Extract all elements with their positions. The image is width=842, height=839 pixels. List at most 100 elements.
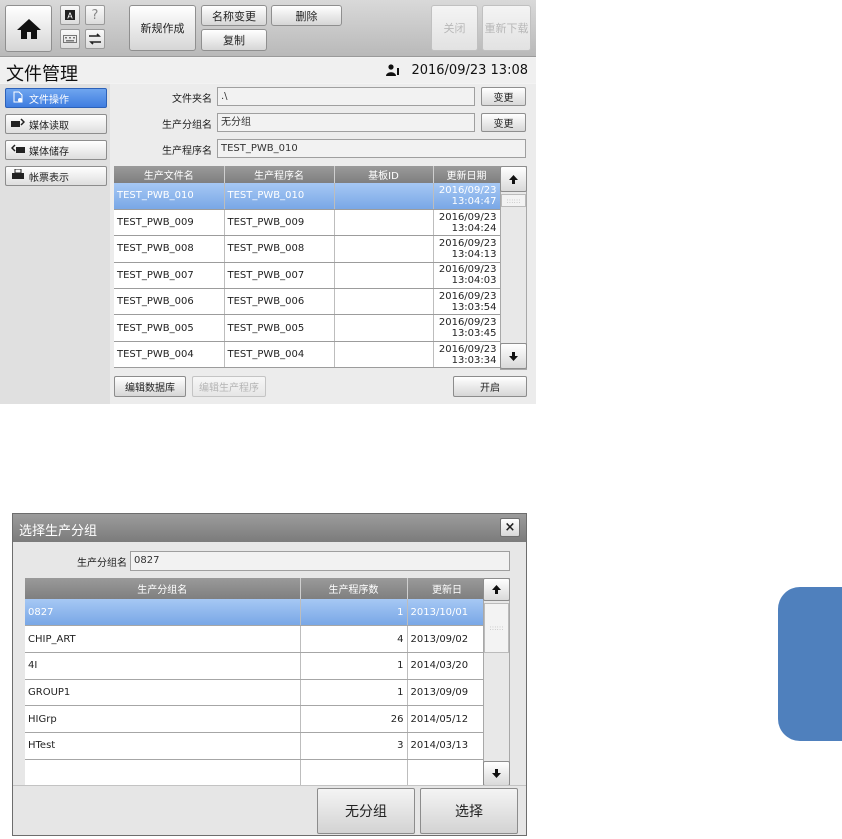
transfer-icon[interactable] <box>85 29 105 49</box>
page-title: 文件管理 <box>6 64 78 85</box>
help-icon[interactable]: ? <box>85 5 105 25</box>
file-ops-icon <box>11 91 25 106</box>
column-header[interactable]: 生产程序数 <box>300 578 408 599</box>
table-row[interactable]: TEST_PWB_007 TEST_PWB_007 2016/09/23 13:0… <box>114 262 501 290</box>
dialog-footer: 无分组 选择 <box>13 785 526 835</box>
date-text: 2016/09/23 <box>438 264 497 276</box>
table-row[interactable] <box>25 759 488 787</box>
table-row[interactable]: GROUP1 1 2013/09/09 <box>25 679 488 707</box>
sidebar-item-media-save[interactable]: 媒体储存 <box>5 140 107 160</box>
home-button[interactable] <box>5 5 52 52</box>
board-id-cell <box>334 314 434 342</box>
toolbar: A ? 新规作成 名称变更 删除 复制 关闭 重新下载 <box>0 0 536 57</box>
open-button[interactable]: 开启 <box>453 376 527 397</box>
table-row[interactable]: TEST_PWB_008 TEST_PWB_008 2016/09/23 13:0… <box>114 235 501 263</box>
table-row[interactable]: TEST_PWB_006 TEST_PWB_006 2016/09/23 13:0… <box>114 288 501 316</box>
main-panel: 文件夹名 .\ 变更 生产分组名 无分组 变更 生产程序名 TEST_PWB_0… <box>110 84 536 404</box>
update-date-cell: 2013/10/01 <box>407 599 488 627</box>
rename-button[interactable]: 名称变更 <box>201 5 267 26</box>
column-header[interactable]: 更新日 <box>407 578 488 599</box>
table-row[interactable]: TEST_PWB_004 TEST_PWB_004 2016/09/23 13:0… <box>114 341 501 369</box>
dialog-group-label: 生产分组名 <box>77 558 127 569</box>
copy-button[interactable]: 复制 <box>201 29 267 51</box>
edit-database-button[interactable]: 编辑数据库 <box>114 376 186 397</box>
column-header[interactable]: 生产程序名 <box>224 166 335 183</box>
dialog-body: 生产分组名 0827 生产分组名 生产程序数 更新日 0827 1 2013/1… <box>13 542 526 787</box>
column-header[interactable]: 生产分组名 <box>25 578 301 599</box>
date-cell: 2016/09/23 13:04:03 <box>433 262 501 290</box>
program-count-cell: 1 <box>300 599 408 627</box>
delete-button[interactable]: 删除 <box>271 5 342 26</box>
update-date-cell <box>407 759 488 787</box>
board-id-cell <box>334 341 434 369</box>
date-cell: 2016/09/23 13:04:13 <box>433 235 501 263</box>
sidebar-item-label: 媒体读取 <box>29 120 69 132</box>
close-button[interactable]: 关闭 <box>431 5 478 51</box>
table-row[interactable]: TEST_PWB_010 TEST_PWB_010 2016/09/23 13:0… <box>114 183 501 210</box>
change-folder-button[interactable]: 变更 <box>481 87 526 106</box>
file-name-cell: TEST_PWB_008 <box>114 235 225 263</box>
update-date-cell: 2014/03/13 <box>407 732 488 760</box>
table-row[interactable]: 0827 1 2013/10/01 <box>25 599 488 627</box>
scroll-thumb[interactable]: :::::: <box>484 603 509 653</box>
program-count-cell: 4 <box>300 625 408 653</box>
table-row[interactable]: CHIP_ART 4 2013/09/02 <box>25 625 488 653</box>
group-table-scrollbar[interactable]: :::::: <box>483 578 510 786</box>
sidebar-item-report[interactable]: 帐票表示 <box>5 166 107 186</box>
sidebar-item-label: 文件操作 <box>29 94 69 106</box>
change-group-button[interactable]: 变更 <box>481 113 526 132</box>
side-tab[interactable] <box>778 587 842 741</box>
datetime: 2016/09/23 13:08 <box>411 63 528 78</box>
date-cell: 2016/09/23 13:04:47 <box>433 183 501 210</box>
column-header[interactable]: 更新日期 <box>433 166 501 183</box>
reload-button[interactable]: 重新下载 <box>482 5 531 51</box>
file-name-cell: TEST_PWB_009 <box>114 209 225 237</box>
program-count-cell: 1 <box>300 652 408 680</box>
group-table: 生产分组名 生产程序数 更新日 0827 1 2013/10/01 CHIP_A… <box>25 578 488 787</box>
dialog-title: 选择生产分组 <box>19 524 98 539</box>
scroll-down-button[interactable] <box>500 343 527 369</box>
date-text: 2016/09/23 <box>438 211 497 223</box>
board-id-cell <box>334 209 434 237</box>
group-name-cell: HIGrp <box>25 705 301 733</box>
group-field: 无分组 <box>217 113 475 132</box>
program-name-cell: TEST_PWB_007 <box>224 262 335 290</box>
column-header[interactable]: 生产文件名 <box>114 166 225 183</box>
dialog-group-field: 0827 <box>130 551 510 571</box>
no-group-button[interactable]: 无分组 <box>317 788 415 834</box>
sidebar-item-media-read[interactable]: 媒体读取 <box>5 114 107 134</box>
dialog-close-button[interactable]: × <box>500 518 520 537</box>
sidebar-item-label: 帐票表示 <box>29 172 69 184</box>
time-text: 13:04:24 <box>451 222 497 234</box>
program-name-cell: TEST_PWB_005 <box>224 314 335 342</box>
time-text: 13:04:13 <box>451 248 497 260</box>
title-bar: 文件管理 2016/09/23 13:08 <box>0 58 536 85</box>
program-count-cell: 26 <box>300 705 408 733</box>
group-name-cell: HTest <box>25 732 301 760</box>
file-table-scrollbar[interactable]: :::::: <box>500 166 527 370</box>
new-button[interactable]: 新规作成 <box>129 5 196 51</box>
dialog-title-bar: 选择生产分组 × <box>13 514 526 542</box>
table-row[interactable]: TEST_PWB_009 TEST_PWB_009 2016/09/23 13:0… <box>114 209 501 237</box>
date-cell: 2016/09/23 13:03:34 <box>433 341 501 369</box>
table-row[interactable]: HTest 3 2014/03/13 <box>25 732 488 760</box>
scroll-down-button[interactable] <box>483 761 510 786</box>
column-header[interactable]: 基板ID <box>334 166 434 183</box>
manual-icon[interactable]: A <box>60 5 80 25</box>
table-row[interactable]: 4I 1 2014/03/20 <box>25 652 488 680</box>
group-name-cell: CHIP_ART <box>25 625 301 653</box>
keyboard-icon[interactable] <box>60 29 80 49</box>
table-row[interactable]: HIGrp 26 2014/05/12 <box>25 705 488 733</box>
time-text: 13:03:34 <box>451 354 497 366</box>
select-button[interactable]: 选择 <box>420 788 518 834</box>
update-date-cell: 2014/03/20 <box>407 652 488 680</box>
scroll-up-button[interactable] <box>500 166 527 192</box>
program-name-cell: TEST_PWB_010 <box>224 183 335 210</box>
scroll-thumb[interactable]: :::::: <box>501 194 526 207</box>
edit-program-button[interactable]: 编辑生产程序 <box>192 376 266 397</box>
table-row[interactable]: TEST_PWB_005 TEST_PWB_005 2016/09/23 13:0… <box>114 314 501 342</box>
sidebar-item-file-ops[interactable]: 文件操作 <box>5 88 107 108</box>
update-date-cell: 2014/05/12 <box>407 705 488 733</box>
folder-label: 文件夹名 <box>172 94 212 105</box>
scroll-up-button[interactable] <box>483 578 510 601</box>
